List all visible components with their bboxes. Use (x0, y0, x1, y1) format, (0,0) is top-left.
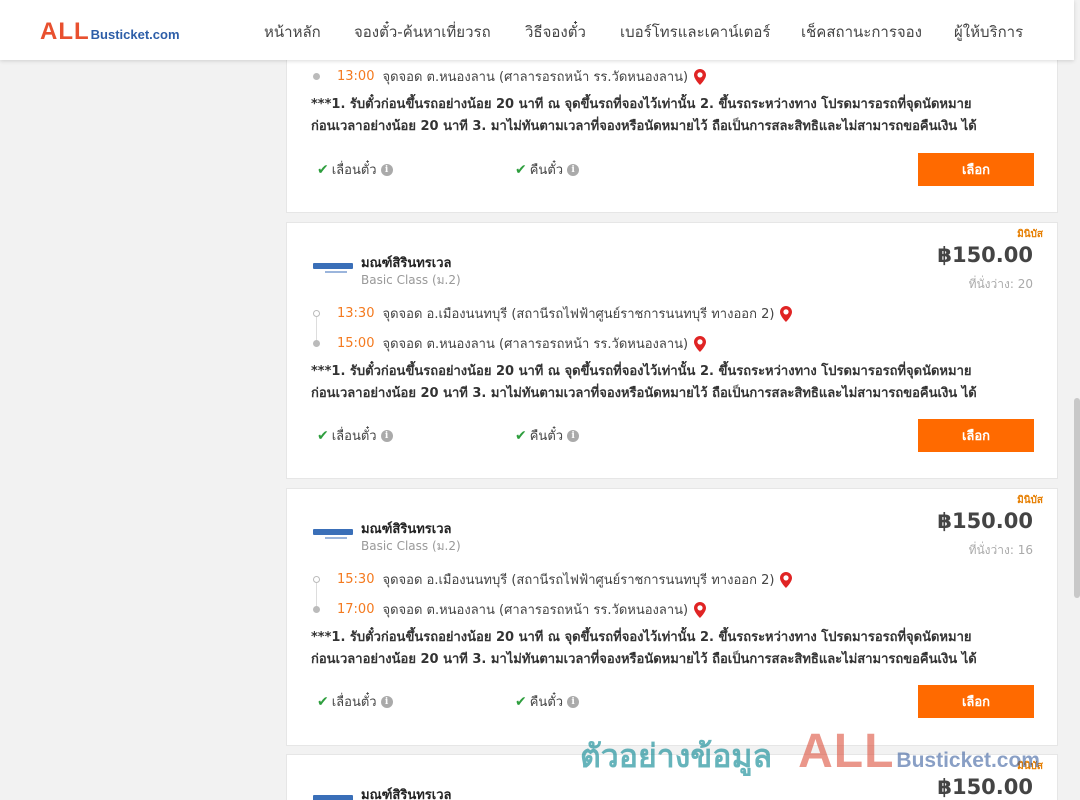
trip-note: ***1. รับตั๋วก่อนขึ้นรถอย่างน้อย 20 นาที… (311, 94, 1031, 138)
departure-time: 13:30 (337, 306, 375, 321)
arrival-stop: 15:00 จุดจอด ต.หนองลาน (ศาลารอรถหน้า รร.… (313, 333, 707, 354)
select-button[interactable]: เลือก (918, 153, 1034, 186)
departure-time: 15:30 (337, 572, 375, 587)
check-icon: ✔ (317, 161, 329, 178)
operator-name: มณฑ์สิรินทรเวล (361, 788, 452, 800)
info-icon[interactable]: i (380, 695, 393, 708)
info-icon[interactable]: i (567, 695, 580, 708)
feature-refund-ticket[interactable]: ✔ คืนตั๋ว i (515, 425, 580, 446)
operator-name: มณฑ์สิรินทรเวล (361, 522, 452, 537)
seats-available: ที่นั่งว่าง: 20 (968, 277, 1033, 291)
select-button[interactable]: เลือก (918, 685, 1034, 718)
map-pin-icon[interactable] (694, 601, 707, 618)
note-line: ก่อนเวลาอย่างน้อย 20 นาที 3. มาไม่ทันตาม… (311, 119, 977, 134)
feature-change-ticket[interactable]: ✔ เลื่อนตั๋ว i (317, 425, 393, 446)
site-header: ALL Busticket.com หน้าหลัก จองตั๋ว-ค้นหา… (0, 0, 1074, 60)
feature-label: คืนตั๋ว (529, 429, 564, 444)
info-icon[interactable]: i (567, 163, 580, 176)
departure-place: จุดจอด อ.เมืองนนทบุรี (สถานีรถไฟฟ้าศูนย์… (382, 307, 775, 322)
feature-change-ticket[interactable]: ✔ เลื่อนตั๋ว i (317, 691, 393, 712)
watermark-logo-domain: Busticket.com (896, 749, 1040, 772)
arrival-place: จุดจอด ต.หนองลาน (ศาลารอรถหน้า รร.วัดหนอ… (382, 70, 689, 85)
trip-note: ***1. รับตั๋วก่อนขึ้นรถอย่างน้อย 20 นาที… (311, 361, 1031, 405)
note-line: ก่อนเวลาอย่างน้อย 20 นาที 3. มาไม่ทันตาม… (311, 652, 977, 667)
trip-card: มินิบัส มณฑ์สิรินทรเวล Basic Class (ม.2)… (286, 222, 1058, 479)
trip-price: ฿150.00 (937, 509, 1033, 533)
trip-card: มินิบัส มณฑ์สิรินทรเวล Basic Class (ม.2)… (286, 488, 1058, 746)
check-icon: ✔ (515, 693, 527, 710)
stop-dot (313, 576, 320, 583)
nav-booking-status[interactable]: เช็คสถานะการจอง (801, 20, 922, 44)
arrival-time: 17:00 (337, 602, 375, 617)
stop-dot (313, 310, 320, 317)
info-icon[interactable]: i (380, 163, 393, 176)
arrival-place: จุดจอด ต.หนองลาน (ศาลารอรถหน้า รร.วัดหนอ… (382, 337, 689, 352)
nav-phone-counters[interactable]: เบอร์โทรและเคาน์เตอร์ (620, 20, 770, 44)
departure-stop: 13:30 จุดจอด อ.เมืองนนทบุรี (สถานีรถไฟฟ้… (313, 303, 793, 324)
map-pin-icon[interactable] (694, 335, 707, 352)
map-pin-icon[interactable] (694, 68, 707, 85)
watermark-text: ตัวอย่างข้อมูล (580, 737, 773, 775)
arrival-time: 13:00 (337, 69, 375, 84)
departure-stop: 15:30 จุดจอด อ.เมืองนนทบุรี (สถานีรถไฟฟ้… (313, 569, 793, 590)
operator-logo (313, 529, 353, 539)
site-logo[interactable]: ALL Busticket.com (40, 18, 180, 46)
arrival-place: จุดจอด ต.หนองลาน (ศาลารอรถหน้า รร.วัดหนอ… (382, 603, 689, 618)
note-line: ก่อนเวลาอย่างน้อย 20 นาที 3. มาไม่ทันตาม… (311, 386, 977, 401)
feature-label: เลื่อนตั๋ว (331, 429, 377, 444)
nav-operators[interactable]: ผู้ให้บริการ (954, 20, 1023, 44)
arrival-time: 15:00 (337, 336, 375, 351)
stop-dot (313, 606, 320, 613)
operator-logo (313, 263, 353, 273)
nav-book-search[interactable]: จองตั๋ว-ค้นหาเที่ยวรถ (354, 20, 491, 44)
check-icon: ✔ (515, 427, 527, 444)
check-icon: ✔ (317, 427, 329, 444)
nav-how-to-book[interactable]: วิธีจองตั๋ว (525, 20, 586, 44)
watermark-logo-all: ALL (798, 725, 895, 778)
arrival-stop: 17:00 จุดจอด ต.หนองลาน (ศาลารอรถหน้า รร.… (313, 599, 707, 620)
scrollbar-thumb[interactable] (1074, 398, 1080, 598)
check-icon: ✔ (515, 161, 527, 178)
feature-refund-ticket[interactable]: ✔ คืนตั๋ว i (515, 159, 580, 180)
seat-class: Basic Class (ม.2) (361, 539, 461, 553)
nav-home[interactable]: หน้าหลัก (264, 20, 321, 44)
seats-available: ที่นั่งว่าง: 16 (968, 543, 1033, 557)
map-pin-icon[interactable] (780, 571, 793, 588)
stop-dot (313, 73, 320, 80)
feature-label: คืนตั๋ว (529, 695, 564, 710)
feature-label: เลื่อนตั๋ว (331, 163, 377, 178)
stop-dot (313, 340, 320, 347)
feature-label: เลื่อนตั๋ว (331, 695, 377, 710)
feature-change-ticket[interactable]: ✔ เลื่อนตั๋ว i (317, 159, 393, 180)
arrival-stop: 13:00 จุดจอด ต.หนองลาน (ศาลารอรถหน้า รร.… (313, 66, 707, 87)
logo-all-text: ALL (40, 18, 90, 45)
vehicle-type-tag: มินิบัส (1017, 229, 1043, 240)
note-line: ***1. รับตั๋วก่อนขึ้นรถอย่างน้อย 20 นาที… (311, 97, 972, 112)
departure-place: จุดจอด อ.เมืองนนทบุรี (สถานีรถไฟฟ้าศูนย์… (382, 573, 775, 588)
note-line: ***1. รับตั๋วก่อนขึ้นรถอย่างน้อย 20 นาที… (311, 364, 972, 379)
select-button[interactable]: เลือก (918, 419, 1034, 452)
feature-refund-ticket[interactable]: ✔ คืนตั๋ว i (515, 691, 580, 712)
vehicle-type-tag: มินิบัส (1017, 495, 1043, 506)
sample-data-watermark: ตัวอย่างข้อมูล ALL Busticket.com (580, 724, 1040, 782)
operator-logo (313, 795, 353, 800)
map-pin-icon[interactable] (780, 305, 793, 322)
operator-name: มณฑ์สิรินทรเวล (361, 256, 452, 271)
info-icon[interactable]: i (380, 429, 393, 442)
trip-price: ฿150.00 (937, 243, 1033, 267)
info-icon[interactable]: i (567, 429, 580, 442)
note-line: ***1. รับตั๋วก่อนขึ้นรถอย่างน้อย 20 นาที… (311, 630, 972, 645)
seat-class: Basic Class (ม.2) (361, 273, 461, 287)
trip-note: ***1. รับตั๋วก่อนขึ้นรถอย่างน้อย 20 นาที… (311, 627, 1031, 671)
feature-label: คืนตั๋ว (529, 163, 564, 178)
logo-domain-text: Busticket.com (90, 27, 180, 42)
check-icon: ✔ (317, 693, 329, 710)
